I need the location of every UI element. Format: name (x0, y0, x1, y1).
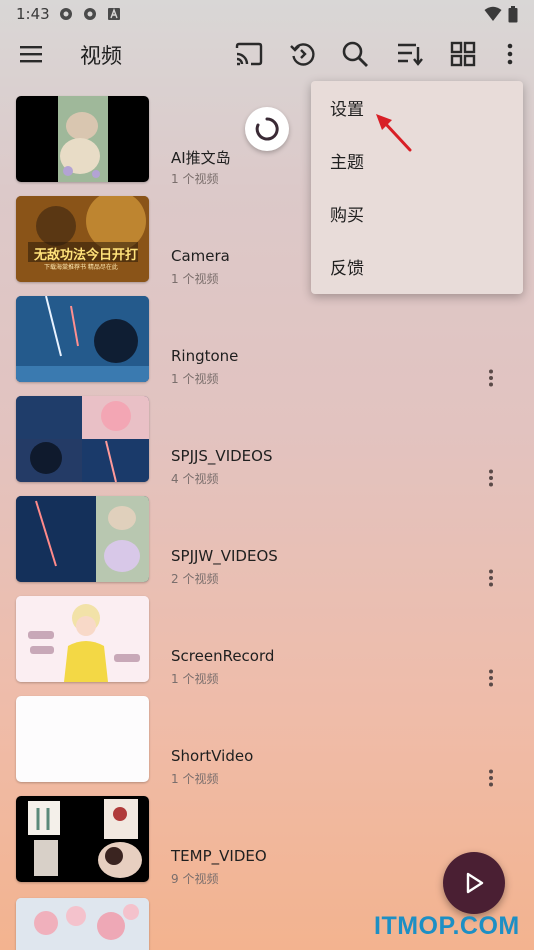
status-time: 1:43 (16, 5, 50, 23)
list-item[interactable]: Ringtone 1 个视频 (0, 296, 534, 387)
more-vert-icon[interactable] (480, 467, 502, 489)
more-vert-icon[interactable] (480, 567, 502, 589)
play-icon (466, 872, 484, 894)
folder-name: ScreenRecord (171, 647, 275, 665)
play-button[interactable] (443, 852, 505, 914)
list-item[interactable]: ScreenRecord 1 个视频 (0, 596, 534, 687)
folder-thumbnail (16, 396, 149, 482)
grid-view-icon[interactable] (447, 38, 479, 70)
app-bar: 视频 (0, 28, 534, 80)
loading-spinner-icon (255, 117, 279, 141)
folder-thumbnail (16, 796, 149, 882)
folder-count: 1 个视频 (171, 772, 219, 786)
sort-icon[interactable] (394, 38, 426, 70)
folder-count: 1 个视频 (171, 172, 219, 186)
folder-count: 1 个视频 (171, 372, 219, 386)
battery-icon (508, 5, 518, 22)
more-vert-icon[interactable] (480, 367, 502, 389)
folder-thumbnail (16, 898, 149, 950)
thumb-banner-text: 无敌功法今日开打 (34, 248, 139, 263)
a-badge-icon (107, 8, 120, 20)
folder-thumbnail (16, 696, 149, 782)
folder-name: Camera (171, 247, 230, 265)
list-item[interactable]: ShortVideo 1 个视频 (0, 696, 534, 787)
more-vert-icon[interactable] (480, 667, 502, 689)
refresh-button[interactable] (245, 107, 289, 151)
settings-gear-icon (83, 8, 96, 20)
folder-name: SPJJW_VIDEOS (171, 547, 278, 565)
folder-count: 9 个视频 (171, 872, 219, 886)
settings-gear-icon (59, 8, 72, 20)
folder-name: AI推文岛 (171, 149, 231, 167)
folder-thumbnail (16, 296, 149, 382)
folder-name: TEMP_VIDEO (171, 847, 267, 865)
menu-item-purchase[interactable]: 购买 (311, 187, 523, 240)
watermark: ITMOP.COM (374, 912, 520, 940)
more-vert-icon[interactable] (494, 38, 526, 70)
folder-thumbnail (16, 496, 149, 582)
annotation-arrow-icon (376, 114, 412, 152)
history-icon[interactable] (287, 38, 319, 70)
list-item[interactable]: SPJJW_VIDEOS 2 个视频 (0, 496, 534, 587)
folder-name: ShortVideo (171, 747, 254, 765)
menu-icon[interactable] (15, 38, 47, 70)
search-icon[interactable] (339, 38, 371, 70)
folder-thumbnail (16, 96, 149, 182)
more-vert-icon[interactable] (480, 767, 502, 789)
wifi-icon (484, 6, 502, 21)
folder-count: 1 个视频 (171, 672, 219, 686)
thumb-sub-text: 下载海棠推荐书 精品尽在此 (44, 264, 118, 271)
menu-item-feedback[interactable]: 反馈 (311, 240, 523, 293)
folder-count: 2 个视频 (171, 572, 219, 586)
list-item[interactable]: SPJJS_VIDEOS 4 个视频 (0, 396, 534, 487)
page-title: 视频 (80, 44, 122, 68)
folder-thumbnail: 无敌功法今日开打 下载海棠推荐书 精品尽在此 (16, 196, 149, 282)
folder-name: Ringtone (171, 347, 239, 365)
folder-name: SPJJS_VIDEOS (171, 447, 273, 465)
folder-count: 4 个视频 (171, 472, 219, 486)
cast-icon[interactable] (233, 38, 265, 70)
folder-thumbnail (16, 596, 149, 682)
folder-count: 1 个视频 (171, 272, 219, 286)
status-bar: 1:43 (0, 0, 534, 28)
